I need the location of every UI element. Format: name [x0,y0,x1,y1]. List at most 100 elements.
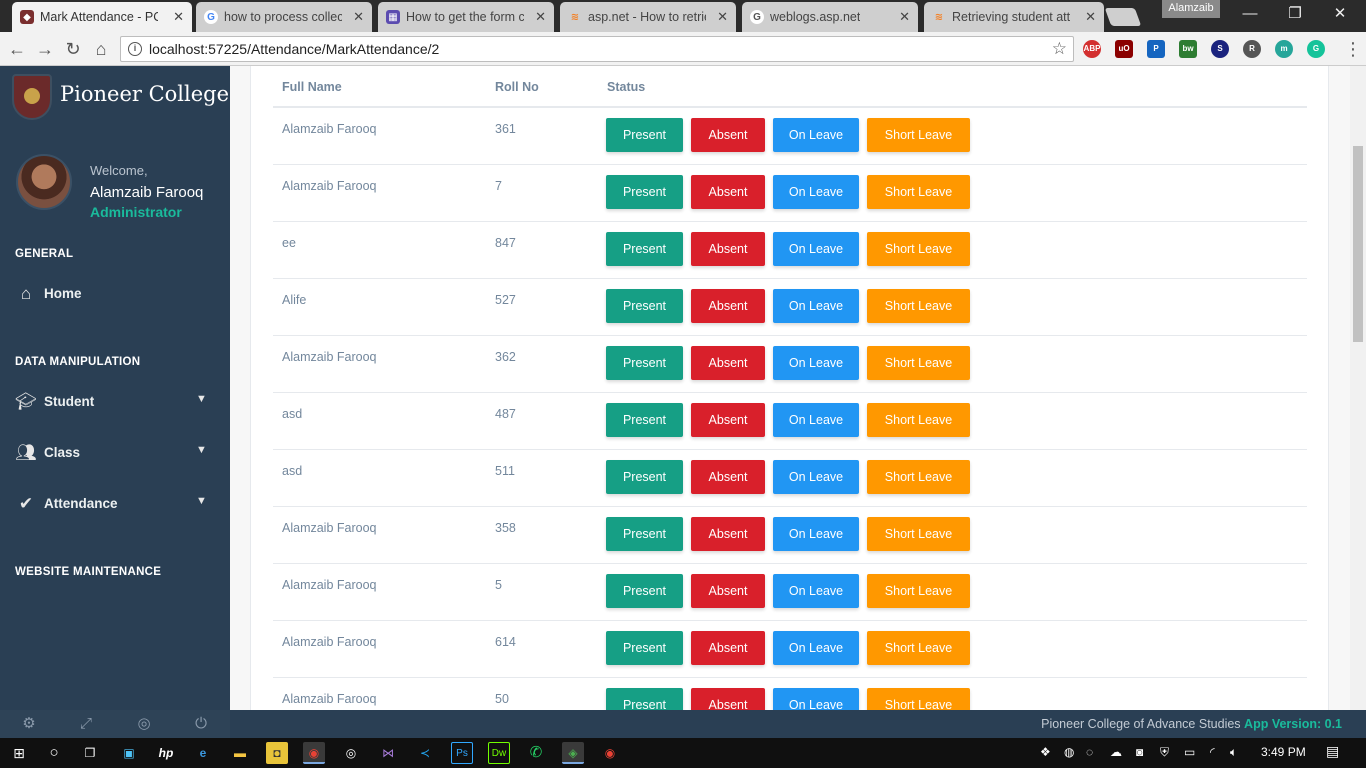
on-leave-button[interactable]: On Leave [773,175,859,209]
on-leave-button[interactable]: On Leave [773,346,859,380]
scrollbar-thumb[interactable] [1353,146,1363,342]
eye-slash-icon[interactable]: ◎ [134,714,154,734]
settings-gear-icon[interactable]: ⚙ [19,714,39,734]
short-leave-button[interactable]: Short Leave [867,175,970,209]
windows-start-icon[interactable]: ⊞ [8,742,30,764]
brand[interactable]: Pioneer College [0,66,230,128]
home-icon[interactable]: ⌂ [90,38,112,60]
short-leave-button[interactable]: Short Leave [867,517,970,551]
forward-icon[interactable]: → [34,38,56,60]
absent-button[interactable]: Absent [691,118,765,152]
action-center-icon[interactable]: ▤ [1326,743,1339,760]
sticky-app-icon[interactable]: ◘ [266,742,288,764]
short-leave-button[interactable]: Short Leave [867,574,970,608]
new-tab-button[interactable] [1104,8,1142,26]
tab-form-collection[interactable]: ▦ How to get the form c ✕ [378,2,554,32]
on-leave-button[interactable]: On Leave [773,403,859,437]
obs-icon[interactable]: ◎ [340,742,362,764]
tray-app-icon[interactable]: ◍ [1064,745,1074,759]
whatsapp-icon[interactable]: ✆ [525,742,547,764]
absent-button[interactable]: Absent [691,517,765,551]
window-close-icon[interactable]: ✕ [1330,4,1350,24]
absent-button[interactable]: Absent [691,232,765,266]
tab-mark-attendance[interactable]: ◆ Mark Attendance - PCA ✕ [12,2,192,32]
present-button[interactable]: Present [606,403,683,437]
maximize-icon[interactable]: ❐ [1285,4,1305,24]
grammarly-icon[interactable]: G [1307,40,1325,58]
sidebar-item-student[interactable]: 🎓︎ Student ▼ [0,385,230,419]
chrome-icon[interactable]: ◉ [599,742,621,764]
tab-aspnet-question[interactable]: ≋ asp.net - How to retrie ✕ [560,2,736,32]
close-icon[interactable]: ✕ [717,9,728,25]
present-button[interactable]: Present [606,175,683,209]
sidebar-item-class[interactable]: 👥︎ Class ▼ [0,436,230,470]
photoshop-icon[interactable]: Ps [451,742,473,764]
present-button[interactable]: Present [606,460,683,494]
on-leave-button[interactable]: On Leave [773,631,859,665]
present-button[interactable]: Present [606,574,683,608]
visual-studio-icon[interactable]: ⋈ [377,742,399,764]
dropbox-icon[interactable]: ❖ [1040,745,1051,759]
clock-time[interactable]: 3:49 PM [1261,745,1306,759]
short-leave-button[interactable]: Short Leave [867,460,970,494]
absent-button[interactable]: Absent [691,460,765,494]
tray-app-icon[interactable]: ◙ [1136,745,1143,759]
reload-icon[interactable]: ↻ [62,38,84,60]
adblock-plus-icon[interactable]: ABP [1083,40,1101,58]
extension-s-icon[interactable]: S [1211,40,1229,58]
absent-button[interactable]: Absent [691,688,765,710]
monitor-app-icon[interactable]: ▣ [118,742,140,764]
tab-retrieving-student[interactable]: ≋ Retrieving student atte ✕ [924,2,1104,32]
back-icon[interactable]: ← [6,38,28,60]
profile-button[interactable]: Alamzaib [1162,0,1220,18]
absent-button[interactable]: Absent [691,574,765,608]
short-leave-button[interactable]: Short Leave [867,403,970,437]
on-leave-button[interactable]: On Leave [773,289,859,323]
volume-icon[interactable]: 🔈︎ [1230,745,1237,760]
browser-menu-icon[interactable]: ⋮ [1344,38,1362,60]
task-view-icon[interactable]: ❐ [79,742,101,764]
file-explorer-icon[interactable]: ▬ [229,742,251,764]
on-leave-button[interactable]: On Leave [773,688,859,710]
chrome-icon[interactable]: ◉ [303,742,325,764]
page-scrollbar[interactable] [1350,66,1366,710]
info-icon[interactable]: i [128,42,142,56]
dreamweaver-icon[interactable]: Dw [488,742,510,764]
sidebar-item-home[interactable]: ⌂ Home [0,277,230,311]
close-icon[interactable]: ✕ [353,9,364,25]
present-button[interactable]: Present [606,688,683,710]
close-icon[interactable]: ✕ [173,9,184,25]
absent-button[interactable]: Absent [691,346,765,380]
present-button[interactable]: Present [606,346,683,380]
on-leave-button[interactable]: On Leave [773,232,859,266]
short-leave-button[interactable]: Short Leave [867,688,970,710]
wifi-icon[interactable]: ◜ [1210,745,1215,759]
on-leave-button[interactable]: On Leave [773,574,859,608]
absent-button[interactable]: Absent [691,403,765,437]
on-leave-button[interactable]: On Leave [773,118,859,152]
cortana-icon[interactable]: ○ [43,742,65,764]
shield-icon[interactable]: ⛨ [1160,745,1169,760]
close-icon[interactable]: ✕ [1085,9,1096,25]
fullscreen-icon[interactable]: ⤢ [76,714,96,734]
extension-m-icon[interactable]: m [1275,40,1293,58]
present-button[interactable]: Present [606,118,683,152]
short-leave-button[interactable]: Short Leave [867,232,970,266]
absent-button[interactable]: Absent [691,289,765,323]
present-button[interactable]: Present [606,517,683,551]
edge-icon[interactable]: e [192,742,214,764]
tray-app-icon[interactable]: ◌ [1086,745,1093,759]
short-leave-button[interactable]: Short Leave [867,118,970,152]
absent-button[interactable]: Absent [691,631,765,665]
sidebar-item-attendance[interactable]: ✔ Attendance ▼ [0,487,230,521]
close-icon[interactable]: ✕ [535,9,546,25]
bookmark-star-icon[interactable]: ☆ [1052,39,1067,59]
power-icon[interactable]: ⏻ [191,714,211,734]
short-leave-button[interactable]: Short Leave [867,289,970,323]
present-button[interactable]: Present [606,289,683,323]
brand-name[interactable]: Pioneer College [60,82,229,106]
cloud-icon[interactable]: ☁ [1110,745,1122,759]
battery-icon[interactable]: ▭ [1184,745,1195,759]
ublock-icon[interactable]: uO [1115,40,1133,58]
on-leave-button[interactable]: On Leave [773,460,859,494]
